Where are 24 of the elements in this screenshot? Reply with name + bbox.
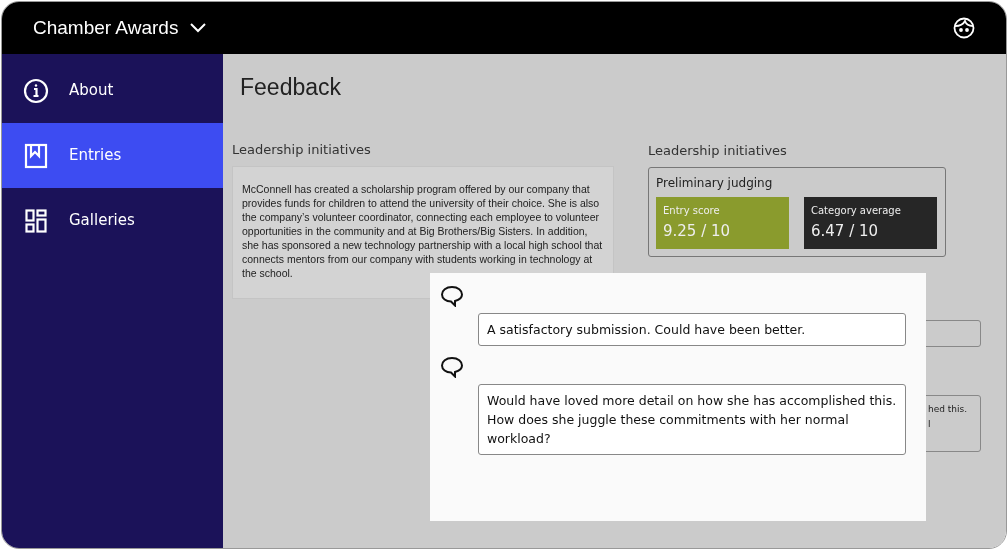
card-title: Preliminary judging bbox=[656, 174, 774, 192]
user-avatar-icon[interactable] bbox=[953, 17, 975, 39]
score-value: 6.47 / 10 bbox=[811, 220, 880, 242]
page-title: Feedback bbox=[240, 73, 341, 102]
chevron-down-icon bbox=[190, 23, 207, 33]
nav-item[interactable]: About bbox=[2, 58, 223, 123]
score-label: Entry score bbox=[663, 203, 721, 218]
speech-bubble-icon bbox=[440, 285, 464, 307]
speech-bubble-icon bbox=[440, 356, 464, 378]
field-text: hed this. bbox=[928, 402, 969, 416]
entry-text: McConnell has created a scholarship program offered by our company that provides funds for children to attend the university of their choice. She is also the company’s volunteer coordinator, connecting each employee to volunteer opportunities in the community and at Big Brothers/Big Sisters. In addition, she has sponsored a new technology partnership with a local high school that connects mentors from our company with students working in technology at the school. bbox=[232, 165, 614, 299]
field-text: l bbox=[928, 417, 932, 431]
dashboard-icon bbox=[25, 208, 47, 233]
section-label: Leadership initiatives bbox=[648, 142, 788, 160]
comment-box[interactable]: A satisfactory submission. Could have been better. bbox=[478, 313, 906, 346]
nav-item[interactable]: Galleries bbox=[2, 188, 223, 253]
score-value: 9.25 / 10 bbox=[663, 220, 732, 242]
info-icon bbox=[23, 77, 49, 104]
nav-item[interactable]: Entries bbox=[2, 123, 223, 188]
comment-box[interactable]: Would have loved more detail on how she has accomplished this. How does she juggle these commitments with her normal workload? bbox=[478, 384, 906, 455]
app-title-dropdown[interactable]: Chamber Awards bbox=[33, 13, 207, 43]
score-label: Category average bbox=[811, 203, 902, 218]
section-label: Leadership initiatives bbox=[232, 141, 372, 159]
bookmark-icon bbox=[24, 142, 48, 169]
